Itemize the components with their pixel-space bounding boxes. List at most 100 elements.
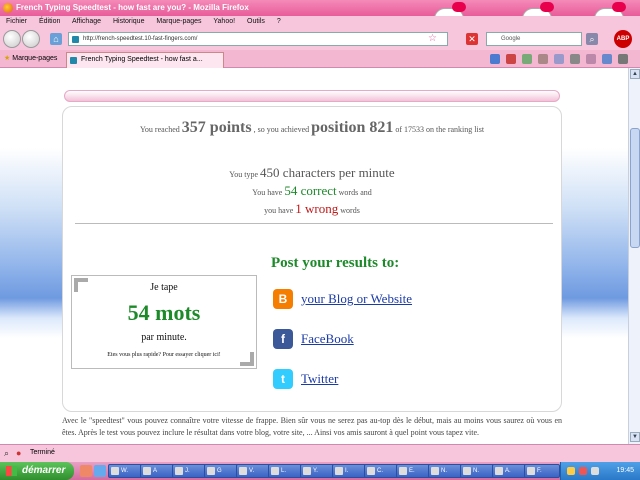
- adblock-plus-icon[interactable]: ABP: [614, 30, 632, 48]
- menu-marque-pages[interactable]: Marque-pages: [156, 18, 201, 25]
- window-title: French Typing Speedtest - how fast are y…: [16, 3, 249, 12]
- search-placeholder: Google: [501, 36, 521, 42]
- cpm-value: 450 characters per minute: [260, 165, 395, 180]
- tab-favicon-icon: [70, 57, 77, 64]
- star-icon: ★: [4, 55, 11, 62]
- home-icon[interactable]: ⌂: [50, 33, 62, 45]
- cpm-line: You type 450 characters per minute: [63, 165, 561, 181]
- points-value: 357 points: [181, 119, 252, 136]
- taskbar-item[interactable]: C.: [364, 464, 400, 478]
- addon-status-icon: ●: [16, 448, 22, 458]
- reload-icon[interactable]: [490, 54, 500, 64]
- tray-icon[interactable]: [567, 467, 575, 475]
- have-label: you have: [264, 206, 294, 215]
- menu-outils[interactable]: Outils: [247, 18, 265, 25]
- bookmark-star-icon[interactable]: ☆: [428, 33, 437, 45]
- taskbar-item[interactable]: G: [204, 464, 240, 478]
- toolbar-addon-icon[interactable]: [586, 54, 596, 64]
- address-bar[interactable]: http://french-speedtest.10-fast-fingers.…: [68, 32, 448, 46]
- badge-line-1: Je tape: [150, 282, 178, 293]
- windows-logo-icon: [6, 466, 17, 476]
- firefox-icon: [3, 3, 13, 13]
- taskbar-item[interactable]: V.: [236, 464, 272, 478]
- scroll-up-icon[interactable]: ▲: [630, 69, 640, 79]
- back-button[interactable]: [3, 30, 21, 48]
- achieved-label: , so you achieved: [253, 125, 310, 134]
- toolbar-addon-icon[interactable]: [602, 54, 612, 64]
- system-tray: 19:45: [560, 462, 640, 480]
- words-label: words: [340, 206, 360, 215]
- start-button[interactable]: démarrer: [0, 462, 74, 480]
- taskbar-item[interactable]: N.: [460, 464, 496, 478]
- badge-line-3: par minute.: [141, 332, 187, 343]
- menu-bar: Fichier Édition Affichage Historique Mar…: [0, 16, 640, 28]
- position-value: position 821: [311, 119, 394, 136]
- words-and-label: words and: [338, 188, 372, 197]
- stop-icon[interactable]: ✕: [466, 33, 478, 45]
- header-banner: [64, 90, 560, 102]
- bookmarks-label: Marque-pages: [12, 55, 58, 62]
- taskbar-item[interactable]: J.: [172, 464, 208, 478]
- twitter-icon: t: [273, 369, 293, 389]
- share-facebook-label: FaceBook: [301, 331, 354, 346]
- status-text: Terminé: [30, 449, 55, 456]
- windows-taskbar: démarrer W. A J. G V. L. Y. I. C. E. N. …: [0, 462, 640, 480]
- print-icon[interactable]: [570, 54, 580, 64]
- taskbar-item[interactable]: L.: [268, 464, 304, 478]
- forward-button[interactable]: [22, 30, 40, 48]
- toolbar-addon-icon[interactable]: [506, 54, 516, 64]
- volume-icon[interactable]: [591, 467, 599, 475]
- vertical-scrollbar[interactable]: ▲ ▼: [628, 68, 640, 444]
- toolbar-addon-icon[interactable]: [522, 54, 532, 64]
- tray-icon[interactable]: [579, 467, 587, 475]
- start-label: démarrer: [22, 465, 66, 476]
- menu-edition[interactable]: Édition: [39, 18, 60, 25]
- share-title: Post your results to:: [271, 255, 400, 271]
- type-label: You type: [229, 170, 259, 179]
- tab-title: French Typing Speedtest - how fast a...: [81, 56, 203, 63]
- quicklaunch-icon[interactable]: [80, 465, 92, 477]
- status-bar: ⌕ ● Terminé: [0, 444, 640, 462]
- menu-historique[interactable]: Historique: [113, 18, 145, 25]
- blogger-icon: B: [273, 289, 293, 309]
- result-badge[interactable]: Je tape 54 mots par minute. Etes vous pl…: [71, 275, 257, 369]
- wrong-line: you have 1 wrong words: [63, 201, 561, 217]
- badge-words-per-minute: 54 mots: [127, 300, 201, 325]
- toolbar-addon-icon[interactable]: [554, 54, 564, 64]
- share-twitter-label: Twitter: [301, 371, 339, 386]
- ranking-summary: You reached 357 points , so you achieved…: [63, 119, 561, 137]
- menu-affichage[interactable]: Affichage: [72, 18, 101, 25]
- search-icon: ⌕: [4, 448, 10, 458]
- toolbar-addon-icon[interactable]: [538, 54, 548, 64]
- taskbar-item[interactable]: W.: [108, 464, 144, 478]
- divider: [75, 223, 553, 224]
- taskbar-item[interactable]: I.: [332, 464, 368, 478]
- correct-line: You have 54 correct words and: [63, 183, 561, 199]
- facebook-icon: f: [273, 329, 293, 349]
- taskbar-item[interactable]: Y.: [300, 464, 336, 478]
- search-input[interactable]: Google: [486, 32, 582, 46]
- taskbar-item[interactable]: N.: [428, 464, 464, 478]
- navigation-toolbar: ⌂ http://french-speedtest.10-fast-finger…: [0, 28, 640, 50]
- quicklaunch-icon[interactable]: [94, 465, 106, 477]
- site-favicon-icon: [72, 36, 79, 43]
- bookmarks-menu[interactable]: ★ Marque-pages: [4, 53, 57, 65]
- search-icon[interactable]: ⌕: [586, 33, 598, 45]
- taskbar-item[interactable]: A: [140, 464, 176, 478]
- address-url: http://french-speedtest.10-fast-fingers.…: [83, 36, 198, 42]
- correct-words-value: 54 correct: [284, 183, 337, 198]
- scroll-thumb[interactable]: [630, 128, 640, 248]
- result-card: You reached 357 points , so you achieved…: [62, 106, 562, 412]
- clock: 19:45: [616, 467, 634, 474]
- taskbar-item[interactable]: E.: [396, 464, 432, 478]
- taskbar-item-active[interactable]: F.: [524, 464, 560, 478]
- tab-speedtest[interactable]: French Typing Speedtest - how fast a...: [66, 52, 224, 68]
- share-blog-label: your Blog or Website: [301, 291, 413, 306]
- have-label: You have: [252, 188, 283, 197]
- menu-fichier[interactable]: Fichier: [6, 18, 27, 25]
- menu-yahoo[interactable]: Yahoo!: [213, 18, 235, 25]
- menu-help[interactable]: ?: [277, 18, 281, 25]
- scroll-down-icon[interactable]: ▼: [630, 432, 640, 442]
- help-icon[interactable]: [618, 54, 628, 64]
- taskbar-item[interactable]: A.: [492, 464, 528, 478]
